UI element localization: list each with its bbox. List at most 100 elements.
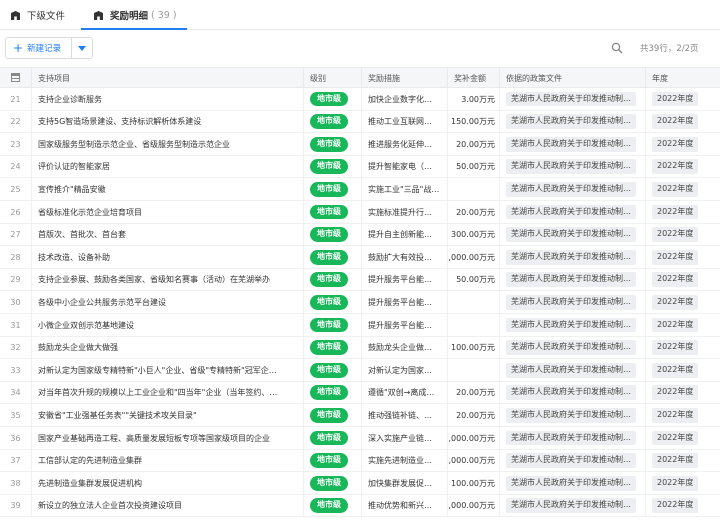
- row-index: 25: [0, 178, 32, 201]
- year-cell: 2022年度: [646, 427, 720, 449]
- project-cell: 技术改造、设备补助: [32, 246, 304, 269]
- table-row[interactable]: 24 评价认证的智能家居 地市级 提升智能家电（… 50.00万元 芜湖市人民政府关于印发…: [0, 155, 720, 179]
- measure-text: 提升服务平台能…: [368, 297, 432, 307]
- policy-doc-chip[interactable]: 芜湖市人民政府关于印发推动制…: [506, 385, 636, 401]
- measure-cell: 提升自主创新能…: [362, 223, 448, 246]
- table-row[interactable]: 35 安徽省"工业强基任务表""关键技术攻关目录" 地市级 推动强链补链、… 20.00…: [0, 404, 720, 427]
- building-icon: [93, 10, 104, 21]
- policy-doc-chip[interactable]: 芜湖市人民政府关于印发推动制…: [506, 317, 636, 333]
- policy-doc-chip[interactable]: 芜湖市人民政府关于印发推动制…: [506, 91, 636, 107]
- project-cell: 对当年首次升规的规模以上工业企业和"四当年"企业（当年签约、…: [32, 381, 304, 404]
- policy-doc-chip[interactable]: 芜湖市人民政府关于印发推动制…: [506, 294, 636, 310]
- table-row[interactable]: 25 宣传推介"精品安徽 地市级 实施工业"三品"战… 芜湖市人民政府关于印发推动制… 2…: [0, 178, 720, 201]
- row-index: 36: [0, 427, 32, 449]
- policy-doc-chip[interactable]: 芜湖市人民政府关于印发推动制…: [506, 114, 636, 129]
- amount-cell: [448, 178, 500, 201]
- amount-cell: 100.00万元: [448, 472, 500, 495]
- level-badge: 地市级: [310, 227, 348, 242]
- project-cell: 小微企业双创示范基地建设: [32, 314, 304, 336]
- table-row[interactable]: 30 各级中小企业公共服务示范平台建设 地市级 提升服务平台能… 芜湖市人民政府关于印发…: [0, 291, 720, 314]
- table-row[interactable]: 28 技术改造、设备补助 地市级 鼓励扩大有效投… 3,000.00万元 芜湖市人民政府关…: [0, 246, 720, 269]
- table-row[interactable]: 29 支持企业参展、鼓励各类国家、省级知名赛事（活动）在芜湖举办 地市级 提升服务平台…: [0, 268, 720, 292]
- year-column-header[interactable]: 年度: [646, 68, 720, 88]
- year-cell: 2022年度: [646, 246, 720, 268]
- policy-doc-chip[interactable]: 芜湖市人民政府关于印发推动制…: [506, 453, 636, 468]
- level-cell: 地市级: [304, 404, 362, 427]
- policy-doc-chip[interactable]: 芜湖市人民政府关于印发推动制…: [506, 475, 636, 491]
- table-row[interactable]: 22 支持5G智造场景建设、支持标识解析体系建设 地市级 推动工业互联网… 150.00…: [0, 110, 720, 134]
- level-cell: 地市级: [304, 336, 362, 359]
- pagination-info: 共39行，2/2页: [640, 44, 699, 54]
- level-badge: 地市级: [310, 407, 348, 423]
- level-column-header[interactable]: 级别: [304, 68, 362, 88]
- tab-reward-details[interactable]: 奖励明细 ( 39 ): [93, 0, 177, 30]
- policy-doc-chip[interactable]: 芜湖市人民政府关于印发推动制…: [506, 407, 636, 423]
- project-cell: 省级标准化示范企业培育项目: [32, 201, 304, 223]
- table-row[interactable]: 31 小微企业双创示范基地建设 地市级 提升服务平台能… 芜湖市人民政府关于印发推动制……: [0, 314, 720, 337]
- amount-cell: 50.00万元: [448, 268, 500, 291]
- table-row[interactable]: 23 国家级服务型制造示范企业、省级服务型制造示范企业 地市级 推进服务化延伸… 20.…: [0, 133, 720, 156]
- level-badge: 地市级: [310, 475, 348, 491]
- measure-text: 提升智能家电（…: [368, 162, 432, 172]
- project-column-header[interactable]: 支持项目: [32, 68, 304, 88]
- policy-doc-chip[interactable]: 芜湖市人民政府关于印发推动制…: [506, 136, 636, 152]
- row-index: 34: [0, 381, 32, 404]
- level-badge: 地市级: [310, 136, 348, 152]
- level-badge: 地市级: [310, 294, 348, 310]
- year-cell: 2022年度: [646, 133, 720, 155]
- measure-cell: 推动优势和新兴…: [362, 494, 448, 517]
- policy-doc-cell: 芜湖市人民政府关于印发推动制…: [500, 291, 646, 314]
- level-badge: 地市级: [310, 91, 348, 107]
- policy-doc-chip[interactable]: 芜湖市人民政府关于印发推动制…: [506, 362, 636, 378]
- project-cell: 各级中小企业公共服务示范平台建设: [32, 291, 304, 314]
- plus-icon: +: [13, 41, 24, 55]
- search-icon[interactable]: [611, 42, 623, 54]
- policy-doc-chip[interactable]: 芜湖市人民政府关于印发推动制…: [506, 181, 636, 197]
- level-badge: 地市级: [310, 114, 348, 129]
- project-text: 省级标准化示范企业培育项目: [38, 207, 142, 217]
- policy-doc-chip[interactable]: 芜湖市人民政府关于印发推动制…: [506, 249, 636, 265]
- table-row[interactable]: 27 首版次、首批次、首台套 地市级 提升自主创新能… 300.00万元 芜湖市人民政府关…: [0, 223, 720, 247]
- level-cell: 地市级: [304, 155, 362, 178]
- level-cell: 地市级: [304, 291, 362, 314]
- table-row[interactable]: 36 国家产业基础再造工程、高质量发展短板专项等国家级项目的企业 地市级 深入实施产业…: [0, 427, 720, 450]
- policy-doc-chip[interactable]: 芜湖市人民政府关于印发推动制…: [506, 340, 636, 355]
- level-badge: 地市级: [310, 340, 348, 355]
- building-icon: [10, 10, 21, 21]
- measure-cell: 实施标准提升行…: [362, 201, 448, 223]
- new-record-button[interactable]: + 新建记录: [6, 38, 72, 58]
- amount-column-header[interactable]: 奖补金额: [448, 68, 500, 88]
- level-badge: 地市级: [310, 498, 348, 514]
- row-index: 28: [0, 246, 32, 269]
- policy-doc-chip[interactable]: 芜湖市人民政府关于印发推动制…: [506, 204, 636, 220]
- table-row[interactable]: 26 省级标准化示范企业培育项目 地市级 实施标准提升行… 20.00万元 芜湖市人民政府…: [0, 201, 720, 224]
- project-text: 鼓励龙头企业做大做强: [38, 343, 118, 353]
- policy-doc-chip[interactable]: 芜湖市人民政府关于印发推动制…: [506, 227, 636, 242]
- amount-cell: 1,000.00万元: [448, 449, 500, 472]
- year-cell: 2022年度: [646, 450, 720, 472]
- table-row[interactable]: 21 支持企业诊断服务 地市级 加快企业数字化… 3.00万元 芜湖市人民政府关于印发推动…: [0, 88, 720, 111]
- row-index: 22: [0, 110, 32, 133]
- policy-doc-chip[interactable]: 芜湖市人民政府关于印发推动制…: [506, 498, 636, 514]
- row-index: 23: [0, 133, 32, 156]
- table-row[interactable]: 39 新设立的独立法人企业首次投资建设项目 地市级 推动优势和新兴… 3,000.00万…: [0, 494, 720, 518]
- policy-doc-column-header[interactable]: 依据的政策文件: [500, 68, 646, 88]
- table-row[interactable]: 38 先进制造业集群发展促进机构 地市级 加快集群发展促… 100.00万元 芜湖市人民政…: [0, 472, 720, 495]
- project-text: 对当年首次升规的规模以上工业企业和"四当年"企业（当年签约、…: [38, 388, 278, 398]
- tab-sub-files[interactable]: 下级文件: [10, 0, 65, 30]
- table-row[interactable]: 33 对新认定为国家级专精特新"小巨人"企业、省级"专精特新"冠军企… 地市级 对新认…: [0, 359, 720, 382]
- amount-cell: 20.00万元: [448, 133, 500, 156]
- table-row[interactable]: 32 鼓励龙头企业做大做强 地市级 鼓励龙头企业做… 100.00万元 芜湖市人民政府关于…: [0, 336, 720, 360]
- policy-doc-chip[interactable]: 芜湖市人民政府关于印发推动制…: [506, 430, 636, 446]
- measure-column-header[interactable]: 奖励措施: [362, 68, 448, 88]
- table-row[interactable]: 37 工信部认定的先进制造业集群 地市级 实施先进制造业… 1,000.00万元 芜湖市人…: [0, 449, 720, 473]
- new-record-dropdown[interactable]: [72, 38, 92, 58]
- table-row[interactable]: 34 对当年首次升规的规模以上工业企业和"四当年"企业（当年签约、… 地市级 遵循"双…: [0, 381, 720, 405]
- year-cell: 2022年度: [646, 382, 720, 404]
- policy-doc-chip[interactable]: 芜湖市人民政府关于印发推动制…: [506, 159, 636, 175]
- row-index: 38: [0, 472, 32, 495]
- measure-cell: 鼓励龙头企业做…: [362, 336, 448, 359]
- level-cell: 地市级: [304, 359, 362, 382]
- policy-doc-chip[interactable]: 芜湖市人民政府关于印发推动制…: [506, 272, 636, 288]
- measure-text: 加快集群发展促…: [368, 478, 432, 488]
